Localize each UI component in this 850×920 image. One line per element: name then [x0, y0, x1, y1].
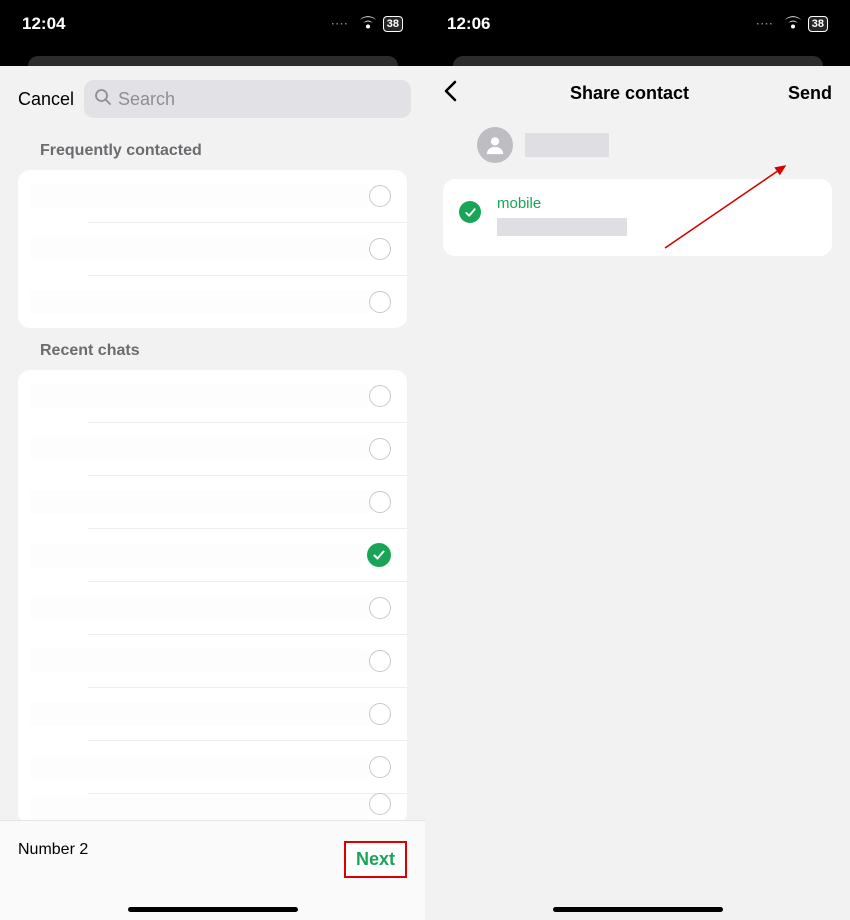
status-bar: 12:04 ···· 38 — [0, 0, 425, 48]
radio-icon[interactable] — [369, 385, 391, 407]
frequent-list — [18, 170, 407, 328]
section-recent-label: Recent chats — [0, 328, 425, 370]
search-icon — [94, 88, 112, 111]
cancel-button[interactable]: Cancel — [18, 89, 74, 110]
phone-type-label: mobile — [497, 195, 627, 212]
radio-icon[interactable] — [369, 703, 391, 725]
wifi-icon — [784, 14, 802, 34]
list-item[interactable] — [18, 635, 407, 687]
radio-icon[interactable] — [369, 597, 391, 619]
phone-number-redacted — [497, 218, 627, 236]
section-frequent-label: Frequently contacted — [0, 128, 425, 170]
next-button[interactable]: Next — [344, 841, 407, 878]
search-placeholder: Search — [118, 89, 175, 110]
list-item[interactable] — [18, 276, 407, 328]
checkbox-checked-icon[interactable] — [459, 201, 481, 223]
battery-icon: 38 — [383, 16, 403, 32]
back-button[interactable] — [443, 80, 471, 107]
contact-header — [425, 121, 850, 179]
list-item[interactable] — [18, 476, 407, 528]
radio-checked-icon[interactable] — [367, 543, 391, 567]
wifi-icon — [359, 14, 377, 34]
cellular-dots-icon: ···· — [331, 19, 348, 30]
list-item[interactable] — [18, 223, 407, 275]
contact-name-redacted — [525, 133, 609, 157]
list-item[interactable] — [18, 370, 407, 422]
annotation-arrow-icon — [655, 162, 775, 252]
radio-icon[interactable] — [369, 238, 391, 260]
radio-icon[interactable] — [369, 185, 391, 207]
list-item[interactable] — [18, 529, 407, 581]
home-indicator-icon[interactable] — [553, 907, 723, 912]
radio-icon[interactable] — [369, 291, 391, 313]
send-button[interactable]: Send — [788, 83, 832, 104]
phone-screen-2: 12:06 ···· 38 Share contact Send — [425, 0, 850, 920]
search-input[interactable]: Search — [84, 80, 411, 118]
list-item[interactable] — [18, 423, 407, 475]
status-time: 12:04 — [22, 14, 65, 34]
battery-icon: 38 — [808, 16, 828, 32]
radio-icon[interactable] — [369, 756, 391, 778]
status-time: 12:06 — [447, 14, 490, 34]
list-item[interactable] — [18, 688, 407, 740]
avatar-icon — [477, 127, 513, 163]
list-item[interactable] — [18, 170, 407, 222]
home-indicator-icon[interactable] — [128, 907, 298, 912]
selected-count: Number 2 — [18, 841, 88, 859]
list-item[interactable] — [18, 582, 407, 634]
recent-list — [18, 370, 407, 824]
page-title: Share contact — [570, 83, 689, 104]
radio-icon[interactable] — [369, 438, 391, 460]
bottom-bar: Number 2 Next — [0, 820, 425, 920]
contact-picker-sheet: Cancel Search Frequently contacted — [0, 66, 425, 920]
radio-icon[interactable] — [369, 491, 391, 513]
share-contact-screen: Share contact Send mobile — [425, 66, 850, 920]
list-item[interactable] — [18, 741, 407, 793]
nav-bar: Share contact Send — [425, 66, 850, 121]
radio-icon[interactable] — [369, 650, 391, 672]
cellular-dots-icon: ···· — [756, 19, 773, 30]
status-bar: 12:06 ···· 38 — [425, 0, 850, 48]
radio-icon[interactable] — [369, 793, 391, 815]
phone-screen-1: 12:04 ···· 38 Cancel Search Frequently c… — [0, 0, 425, 920]
